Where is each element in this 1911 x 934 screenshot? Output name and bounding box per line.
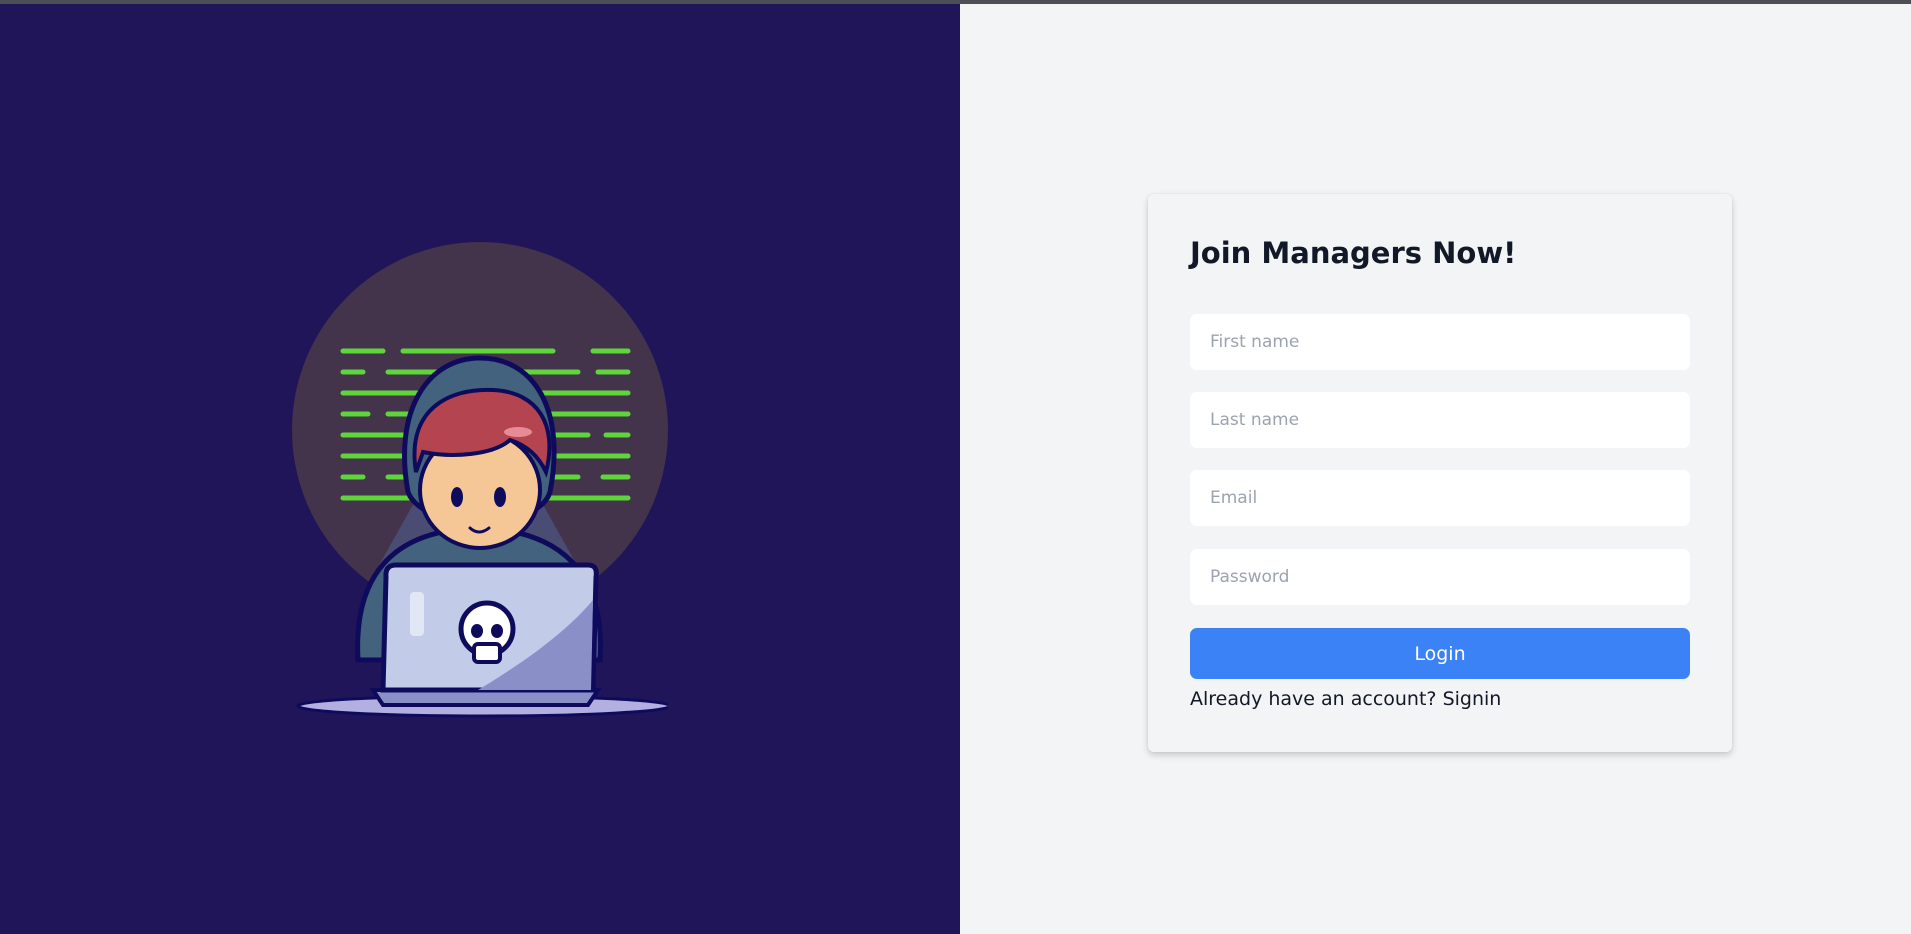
- hair-shine: [504, 427, 532, 437]
- illustration-panel: [0, 4, 960, 934]
- password-input[interactable]: [1190, 549, 1690, 605]
- form-panel: Join Managers Now! Login Already have an…: [960, 4, 1911, 934]
- account-prompt-text: Already have an account?: [1190, 688, 1437, 710]
- first-name-input[interactable]: [1190, 314, 1690, 370]
- signin-prompt: Already have an account? Signin: [1190, 688, 1501, 710]
- hacker-laptop-illustration: [292, 242, 668, 718]
- signup-card: Join Managers Now! Login Already have an…: [1148, 194, 1732, 752]
- last-name-input[interactable]: [1190, 392, 1690, 448]
- right-eye: [494, 487, 506, 507]
- left-eye: [451, 487, 463, 507]
- email-input[interactable]: [1190, 470, 1690, 526]
- form-title: Join Managers Now!: [1190, 236, 1517, 270]
- laptop-shine: [410, 592, 424, 636]
- signin-link[interactable]: Signin: [1443, 688, 1502, 710]
- login-button[interactable]: Login: [1190, 628, 1690, 679]
